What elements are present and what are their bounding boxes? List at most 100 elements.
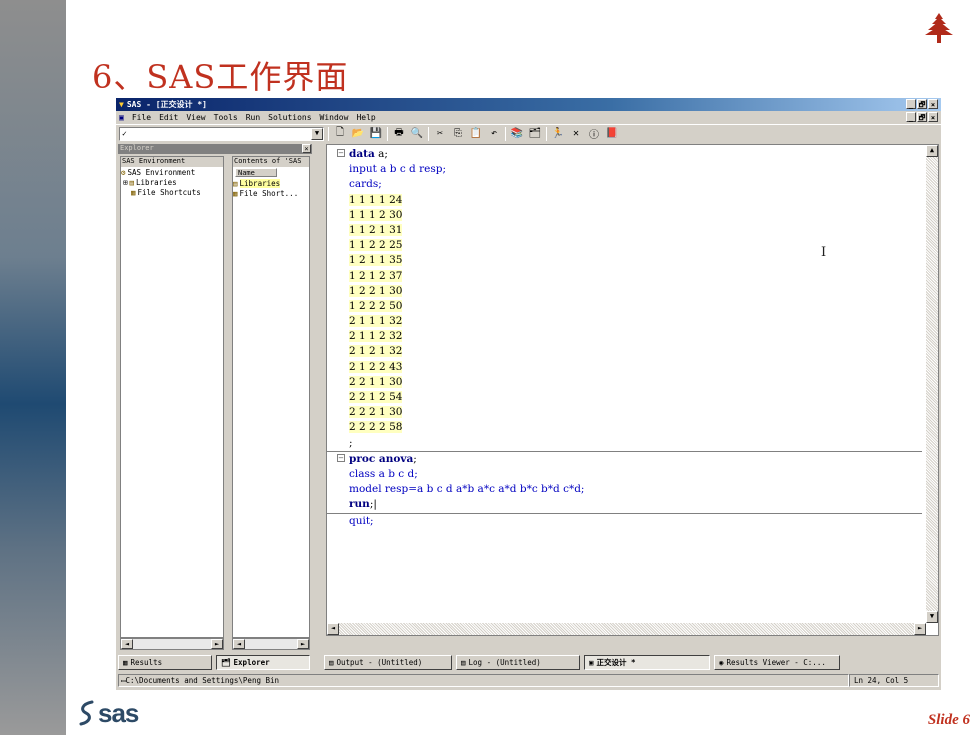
close-button[interactable]: × bbox=[928, 99, 938, 109]
scroll-right-icon[interactable]: ► bbox=[914, 623, 926, 635]
code-line[interactable]: 1 2 1 1 35 bbox=[337, 253, 922, 268]
sas-window: ▼ SAS - [正交设计 *] _ 🗗 × ▣ File Edit View … bbox=[116, 98, 941, 690]
code-line[interactable]: 2 1 2 1 32 bbox=[337, 344, 922, 359]
copy-icon[interactable]: ⎘ bbox=[451, 127, 465, 141]
scroll-down-icon[interactable]: ▼ bbox=[926, 611, 938, 623]
window-titlebar[interactable]: ▼ SAS - [正交设计 *] _ 🗗 × bbox=[116, 98, 941, 111]
restore-button[interactable]: 🗗 bbox=[917, 99, 927, 109]
code-line[interactable]: 1 1 1 1 24 bbox=[337, 193, 922, 208]
tab-results[interactable]: ▦ Results bbox=[118, 655, 212, 670]
list-item[interactable]: ▤ Libraries bbox=[233, 178, 309, 188]
code-line[interactable]: 1 1 2 2 25 bbox=[337, 238, 922, 253]
explorer-icon[interactable]: 🗂 bbox=[528, 127, 542, 141]
code-line[interactable]: cards; bbox=[337, 177, 922, 192]
clear-icon[interactable]: ✕ bbox=[569, 127, 583, 141]
code-line[interactable]: 1 1 2 1 31 bbox=[337, 223, 922, 238]
editor-hscrollbar[interactable]: ◄ ► bbox=[327, 623, 926, 635]
tab-log[interactable]: ▤ Log - (Untitled) bbox=[456, 655, 580, 670]
library-icon: ▤ bbox=[129, 177, 135, 187]
tab-editor[interactable]: ▣ 正交设计 * bbox=[584, 655, 710, 670]
open-icon[interactable]: 📂 bbox=[351, 127, 365, 141]
code-line[interactable]: ; bbox=[337, 436, 922, 451]
code-line[interactable]: run;| bbox=[337, 497, 922, 512]
tab-explorer[interactable]: 🗂 Explorer bbox=[216, 655, 310, 670]
cut-icon[interactable]: ✂ bbox=[433, 127, 447, 141]
scroll-right-icon[interactable]: ► bbox=[211, 639, 223, 649]
menu-view[interactable]: View bbox=[186, 113, 205, 122]
code-line[interactable]: 1 1 1 2 30 bbox=[337, 208, 922, 223]
library-icon: ▤ bbox=[233, 178, 238, 188]
code-token: input a b c d resp; bbox=[349, 163, 446, 176]
paste-icon[interactable]: 📋 bbox=[469, 127, 483, 141]
explorer-contents-pane[interactable]: Contents of 'SAS Name ▤ Libraries ▦ File S… bbox=[232, 156, 310, 638]
menu-help[interactable]: Help bbox=[356, 113, 375, 122]
libraries-icon[interactable]: 📚 bbox=[510, 127, 524, 141]
scroll-right-icon[interactable]: ► bbox=[297, 639, 309, 649]
code-token: ; bbox=[413, 452, 417, 465]
code-line[interactable]: 2 1 2 2 43 bbox=[337, 360, 922, 375]
code-line[interactable]: 1 2 2 1 30 bbox=[337, 284, 922, 299]
code-line[interactable]: − data a; bbox=[337, 147, 922, 162]
book-icon[interactable]: 📕 bbox=[605, 127, 619, 141]
tree-item[interactable]: ⊞ ▤ Libraries bbox=[121, 177, 223, 187]
code-line[interactable]: quit; bbox=[337, 514, 922, 529]
program-editor[interactable]: − data a; input a b c d resp; cards; 1 1 1 1… bbox=[326, 144, 939, 636]
code-line[interactable]: 2 2 2 2 58 bbox=[337, 420, 922, 435]
code-line[interactable]: 2 1 1 1 32 bbox=[337, 314, 922, 329]
code-token: 2 2 1 2 54 bbox=[349, 391, 403, 403]
code-line[interactable]: 2 2 1 2 54 bbox=[337, 390, 922, 405]
menu-tools[interactable]: Tools bbox=[214, 113, 238, 122]
code-area[interactable]: − data a; input a b c d resp; cards; 1 1 1 1… bbox=[327, 147, 922, 529]
menu-file[interactable]: File bbox=[132, 113, 151, 122]
collapse-icon[interactable]: − bbox=[337, 149, 345, 157]
tree-item[interactable]: ▦ File Shortcuts bbox=[121, 187, 223, 197]
print-preview-icon[interactable]: 🔍 bbox=[410, 127, 424, 141]
document-icon[interactable]: ▣ bbox=[119, 113, 124, 122]
contents-hscrollbar[interactable]: ◄ ► bbox=[232, 638, 310, 650]
code-line[interactable]: 2 2 1 1 30 bbox=[337, 375, 922, 390]
explorer-tree-pane[interactable]: SAS Environment ⚙ SAS Environment ⊞ ▤ Libra… bbox=[120, 156, 224, 638]
editor-vscrollbar[interactable]: ▲ ▼ bbox=[926, 145, 938, 623]
chevron-down-icon[interactable]: ▼ bbox=[311, 127, 323, 140]
code-line[interactable]: − proc anova; bbox=[337, 452, 922, 467]
collapse-icon[interactable]: − bbox=[337, 453, 345, 462]
doc-close-button[interactable]: × bbox=[928, 112, 938, 122]
explorer-title: Explorer × bbox=[118, 144, 312, 154]
code-line[interactable]: 2 2 2 1 30 bbox=[337, 405, 922, 420]
text-cursor-icon: I bbox=[821, 245, 827, 260]
expand-icon[interactable]: ⊞ bbox=[123, 178, 128, 187]
list-item[interactable]: ▦ File Short... bbox=[233, 188, 309, 198]
command-box[interactable]: ✓ ▼ bbox=[119, 126, 324, 141]
code-line[interactable]: 1 2 1 2 37 bbox=[337, 269, 922, 284]
run-icon[interactable]: 🏃 bbox=[551, 127, 565, 141]
code-line[interactable]: 1 2 2 2 50 bbox=[337, 299, 922, 314]
undo-icon[interactable]: ↶ bbox=[487, 127, 501, 141]
scroll-left-icon[interactable]: ◄ bbox=[233, 639, 245, 649]
explorer-close-button[interactable]: × bbox=[302, 144, 311, 153]
print-icon[interactable]: 🖶 bbox=[392, 127, 406, 141]
code-line[interactable]: class a b c d; bbox=[337, 467, 922, 482]
tab-results-viewer[interactable]: ◉ Results Viewer - C:... bbox=[714, 655, 840, 670]
help-icon[interactable]: ⓘ bbox=[587, 127, 601, 141]
code-line[interactable]: model resp=a b c d a*b a*c a*d b*c b*d c… bbox=[337, 482, 922, 497]
new-icon[interactable]: 🗋 bbox=[333, 127, 347, 141]
scroll-up-icon[interactable]: ▲ bbox=[926, 145, 938, 157]
code-line[interactable]: 2 1 1 2 32 bbox=[337, 329, 922, 344]
code-line[interactable]: input a b c d resp; bbox=[337, 162, 922, 177]
doc-minimize-button[interactable]: _ bbox=[906, 112, 916, 122]
minimize-button[interactable]: _ bbox=[906, 99, 916, 109]
menu-edit[interactable]: Edit bbox=[159, 113, 178, 122]
output-icon: ▤ bbox=[329, 658, 334, 667]
menu-run[interactable]: Run bbox=[246, 113, 260, 122]
tab-output[interactable]: ▤ Output - (Untitled) bbox=[324, 655, 452, 670]
scroll-left-icon[interactable]: ◄ bbox=[327, 623, 339, 635]
menu-solutions[interactable]: Solutions bbox=[268, 113, 311, 122]
menu-window[interactable]: Window bbox=[320, 113, 349, 122]
save-icon[interactable]: 💾 bbox=[369, 127, 383, 141]
scroll-left-icon[interactable]: ◄ bbox=[121, 639, 133, 649]
tree-item[interactable]: ⚙ SAS Environment bbox=[121, 167, 223, 177]
tree-hscrollbar[interactable]: ◄ ► bbox=[120, 638, 224, 650]
file-shortcut-icon: ▦ bbox=[131, 187, 136, 197]
column-header-name[interactable]: Name bbox=[235, 168, 277, 177]
doc-restore-button[interactable]: 🗗 bbox=[917, 112, 927, 122]
